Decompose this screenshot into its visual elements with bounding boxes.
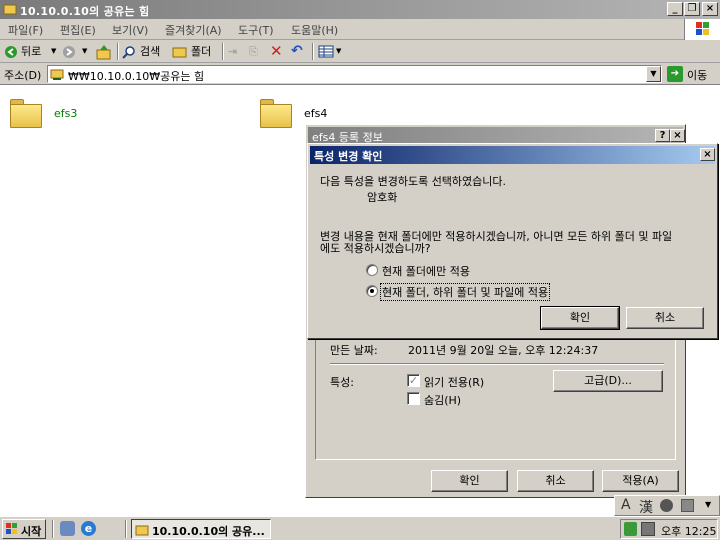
created-label: 만든 날짜: [330,344,378,357]
up-folder-button[interactable] [96,42,114,61]
chevron-down-icon: ▼ [336,47,342,55]
network-folder-icon [50,69,64,80]
system-tray: 오후 12:25 [620,519,718,539]
menu-edit[interactable]: 편집(E) [60,22,96,38]
attributes-label: 특성: [330,376,354,389]
toolbar: 뒤로 ▼ ▼ 검색 폴더 ⇥ ⎘ ✕ ↶ ▼ [0,40,720,63]
ime-pad-icon[interactable] [660,499,673,512]
menu-help[interactable]: 도움말(H) [291,22,338,38]
toolbar-separator [117,43,119,60]
folder-icon [3,4,17,15]
show-desktop-icon[interactable] [60,521,75,536]
readonly-checkbox[interactable]: ✓ [407,374,420,387]
chevron-down-icon: ▼ [51,47,57,55]
option-subfolders-label[interactable]: 현재 폴더, 하위 폴더 및 파일에 적용 [379,283,551,301]
chevron-down-icon[interactable]: ▼ [705,500,711,509]
window-title: 10.10.0.10의 공유는 힘 [20,5,150,18]
windows-logo-icon [684,19,720,40]
menu-view[interactable]: 보기(V) [112,22,148,38]
folders-button[interactable]: 폴더 [172,42,216,61]
hidden-label: 숨김(H) [424,394,462,407]
copy-to-icon[interactable]: ⎘ [249,42,265,61]
address-input[interactable]: ₩₩10.10.0.10₩공유는 힘 ▼ [47,65,662,83]
undo-icon[interactable]: ↶ [291,42,307,61]
taskbar-separator [125,520,127,538]
menu-favorites[interactable]: 즐겨찾기(A) [165,22,222,38]
confirm-title: 특성 변경 확인 [314,150,383,163]
close-button[interactable]: × [702,2,718,16]
network-icon[interactable] [624,522,637,536]
address-value: ₩₩10.10.0.10₩공유는 힘 [68,70,205,83]
views-button[interactable]: ▼ [318,42,344,61]
input-mode-indicator[interactable]: A [621,497,631,513]
folders-icon [172,47,187,58]
window-titlebar[interactable]: 10.10.0.10의 공유는 힘 _ ❐ × [0,0,720,19]
address-bar: 주소(D) ₩₩10.10.0.10₩공유는 힘 ▼ ➔ 이동 [0,63,720,85]
go-arrow-icon: ➔ [667,66,683,82]
address-label: 주소(D) [4,69,42,82]
folder-icon[interactable] [10,99,42,128]
hidden-checkbox[interactable] [407,392,420,405]
chevron-down-icon: ▼ [82,47,88,55]
delete-icon[interactable]: ✕ [270,42,286,61]
back-button[interactable]: 뒤로 ▼ [4,42,58,61]
properties-ok-button[interactable]: 확인 [431,470,508,492]
folder-label-efs3[interactable]: efs3 [54,107,77,120]
properties-apply-button[interactable]: 적용(A) [602,470,679,492]
hanja-indicator[interactable]: 漢 [639,497,653,517]
move-to-icon[interactable]: ⇥ [228,42,244,61]
help-button[interactable]: ? [655,129,670,142]
menu-file[interactable]: 파일(F) [8,22,43,38]
internet-explorer-icon[interactable]: e [81,521,96,536]
forward-arrow-icon [63,46,75,58]
toolbar-separator [312,43,314,60]
folder-icon[interactable] [260,99,292,128]
close-button[interactable]: × [670,129,685,142]
up-folder-icon [96,45,111,60]
folder-label-efs4[interactable]: efs4 [304,107,327,120]
confirm-question-line2: 에도 적용하시겠습니까? [320,242,431,255]
readonly-label: 읽기 전용(R) [424,376,485,389]
clock[interactable]: 오후 12:25 [661,523,716,539]
windows-logo-icon [6,523,17,534]
language-bar[interactable]: A 漢 ▼ [614,495,720,516]
forward-button[interactable]: ▼ [62,42,94,61]
taskbar-window-button[interactable]: 10.10.0.10의 공유... [131,519,271,539]
folder-icon [135,525,149,536]
confirm-titlebar[interactable]: 특성 변경 확인 × [310,146,715,164]
menu-bar: 파일(F) 편집(E) 보기(V) 즐겨찾기(A) 도구(T) 도움말(H) [0,19,720,40]
ime-tool-icon[interactable] [681,499,694,512]
properties-cancel-button[interactable]: 취소 [517,470,594,492]
changed-attribute: 암호화 [367,191,398,204]
divider [330,363,664,365]
search-icon [122,46,135,59]
minimize-button[interactable]: _ [667,2,683,16]
back-arrow-icon [5,46,17,58]
start-button[interactable]: 시작 [2,519,46,539]
confirm-ok-button[interactable]: 확인 [540,306,620,330]
views-icon [318,45,334,58]
option-this-folder-label[interactable]: 현재 폴더에만 적용 [382,263,470,279]
toolbar-separator [222,43,224,60]
confirm-cancel-button[interactable]: 취소 [626,307,704,329]
confirm-attribute-changes-dialog: 특성 변경 확인 × 다음 특성을 변경하도록 선택하였습니다. 암호화 변경 … [307,143,718,339]
advanced-button[interactable]: 고급(D)... [553,370,663,392]
option-this-folder-radio[interactable] [366,264,378,276]
ime-icon[interactable] [641,522,655,536]
created-value: 2011년 9월 20일 오늘, 오후 12:24:37 [408,344,599,357]
restore-button[interactable]: ❐ [684,2,700,16]
search-button[interactable]: 검색 [122,42,168,61]
address-dropdown-button[interactable]: ▼ [646,66,661,82]
taskbar-separator [52,520,54,538]
confirm-message: 다음 특성을 변경하도록 선택하였습니다. [320,175,507,188]
close-button[interactable]: × [700,148,715,161]
option-subfolders-radio[interactable] [366,285,378,297]
menu-tools[interactable]: 도구(T) [238,22,274,38]
taskbar: 시작 e 10.10.0.10의 공유... 오후 12:25 [0,516,720,540]
